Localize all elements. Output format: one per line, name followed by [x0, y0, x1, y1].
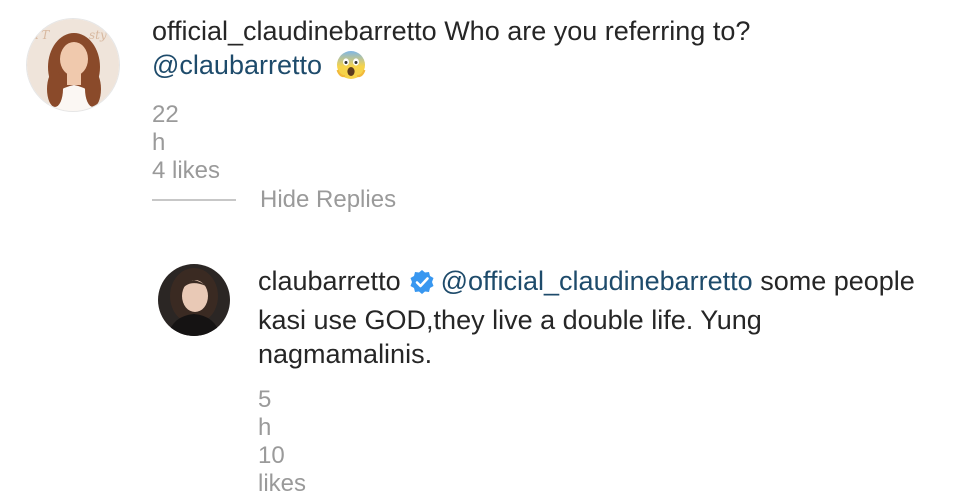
hide-replies-toggle[interactable]: Hide Replies — [152, 186, 396, 214]
face-screaming-in-fear-icon — [336, 50, 366, 88]
svg-text:TT: TT — [33, 28, 50, 42]
comment-time: 22 h — [152, 101, 179, 156]
mention-link[interactable]: @official_claudinebarretto — [441, 266, 753, 296]
avatar[interactable]: TT sty — [26, 18, 120, 112]
reply-time: 5 h — [258, 386, 272, 441]
comment-username[interactable]: official_claudinebarretto — [152, 16, 437, 46]
mention-link[interactable]: @claubarretto — [152, 50, 322, 80]
reply-likes[interactable]: 10 likes — [258, 442, 323, 498]
svg-text:sty: sty — [89, 28, 107, 42]
comment-message: Who are you referring to? — [444, 16, 751, 46]
comment-likes[interactable]: 4 likes — [152, 157, 220, 185]
hide-replies-label[interactable]: Hide Replies — [260, 186, 396, 214]
avatar[interactable] — [158, 264, 230, 336]
comment-meta: 22 h 4 likes — [152, 101, 231, 185]
reply-text: claubarretto @official_claudinebarretto … — [258, 264, 938, 371]
verified-badge-icon — [409, 269, 435, 303]
replies-divider — [152, 199, 236, 201]
reply-username[interactable]: claubarretto — [258, 266, 401, 296]
comment-text: official_claudinebarretto Who are you re… — [152, 14, 912, 88]
reply-meta: 5 h 10 likes — [258, 386, 323, 498]
